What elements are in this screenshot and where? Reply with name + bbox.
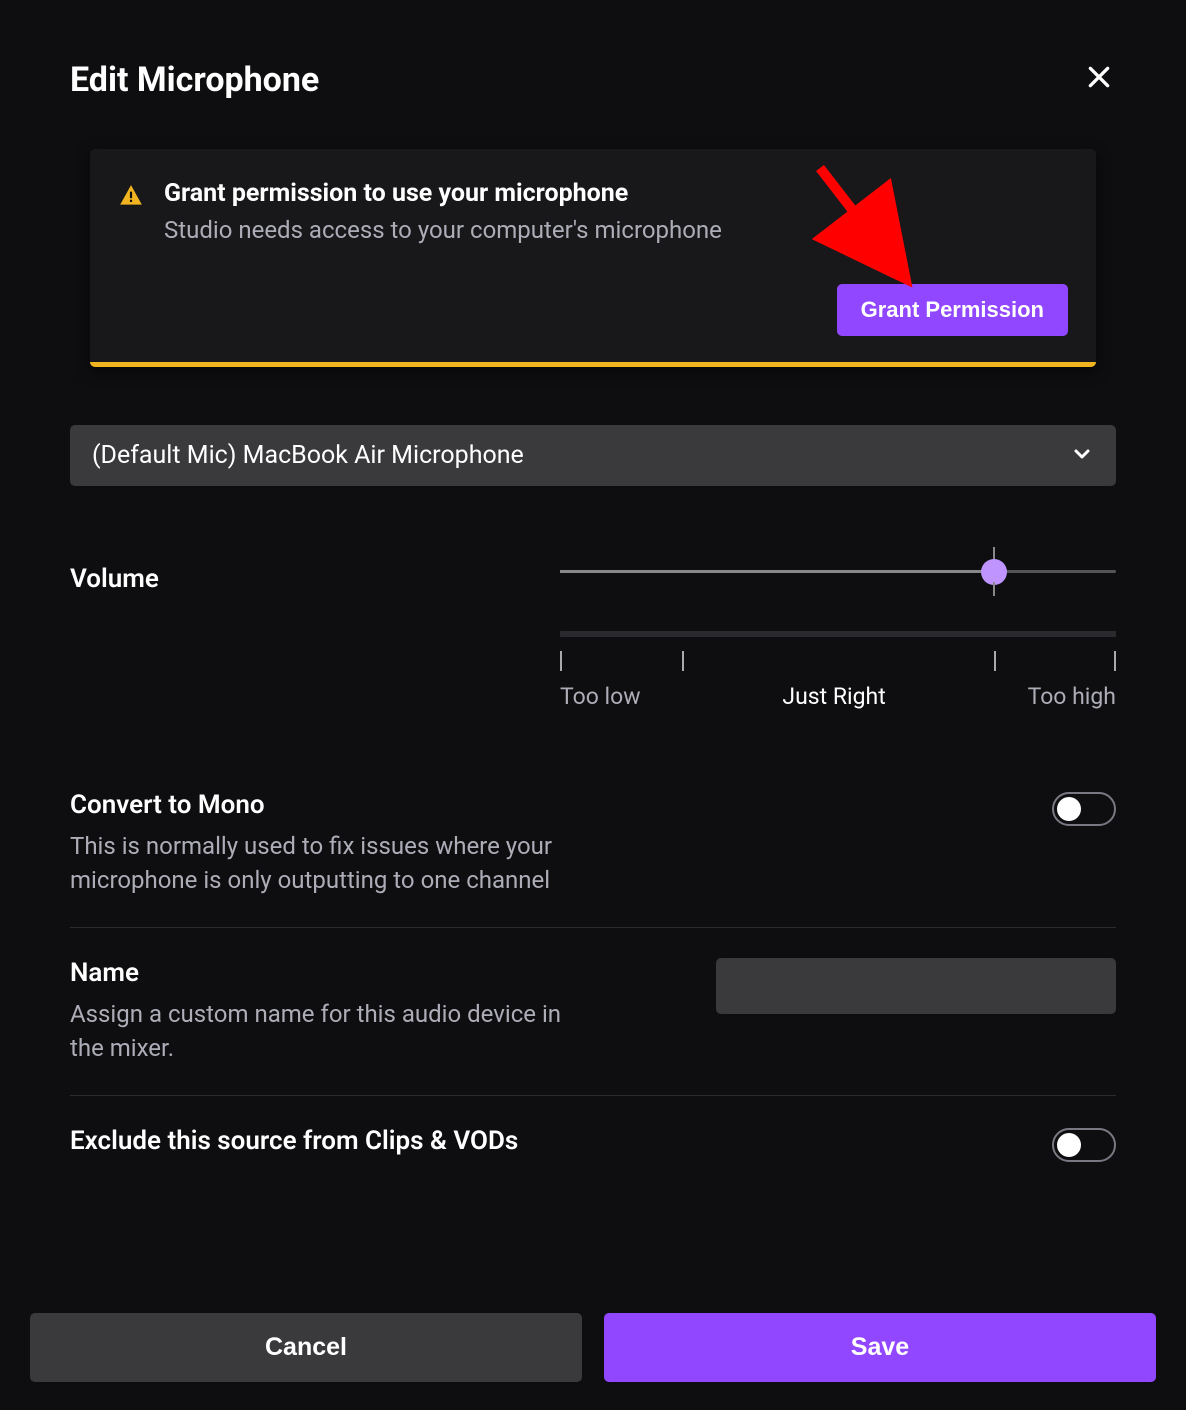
volume-slider[interactable] (560, 570, 1116, 573)
chevron-down-icon (1070, 442, 1094, 470)
mono-title: Convert to Mono (70, 790, 590, 820)
exclude-row: Exclude this source from Clips & VODs (70, 1095, 1116, 1166)
convert-to-mono-toggle[interactable] (1052, 792, 1116, 826)
warning-icon (118, 183, 144, 213)
device-name-input[interactable] (716, 958, 1116, 1014)
level-ticks (560, 651, 1116, 671)
slider-tick-icon (993, 582, 995, 596)
volume-level-meter (560, 631, 1116, 637)
grant-permission-button[interactable]: Grant Permission (837, 284, 1068, 336)
level-labels: Too low Just Right Too high (560, 683, 1116, 710)
close-icon (1086, 64, 1112, 97)
convert-to-mono-row: Convert to Mono This is normally used to… (70, 790, 1116, 927)
edit-microphone-modal: Edit Microphone Grant permission to use … (0, 0, 1186, 1410)
close-button[interactable] (1082, 60, 1116, 101)
save-button[interactable]: Save (604, 1313, 1156, 1382)
modal-footer: Cancel Save (30, 1313, 1156, 1382)
volume-label: Volume (70, 564, 520, 594)
alert-title: Grant permission to use your microphone (164, 179, 1068, 208)
permission-alert: Grant permission to use your microphone … (90, 149, 1096, 367)
modal-title: Edit Microphone (70, 60, 319, 100)
slider-fill (560, 570, 994, 573)
toggle-handle (1057, 797, 1081, 821)
microphone-device-select[interactable]: (Default Mic) MacBook Air Microphone (70, 425, 1116, 486)
toggle-handle (1057, 1133, 1081, 1157)
name-description: Assign a custom name for this audio devi… (70, 998, 590, 1065)
volume-section: Volume Too low Just Right (70, 564, 1116, 710)
exclude-toggle[interactable] (1052, 1128, 1116, 1162)
level-label-low: Too low (560, 683, 641, 710)
modal-header: Edit Microphone (70, 60, 1116, 101)
level-label-right: Just Right (782, 683, 885, 710)
alert-description: Studio needs access to your computer's m… (164, 216, 1068, 244)
level-label-high: Too high (1028, 683, 1116, 710)
cancel-button[interactable]: Cancel (30, 1313, 582, 1382)
volume-slider-thumb[interactable] (981, 559, 1007, 585)
device-select-value: (Default Mic) MacBook Air Microphone (92, 441, 524, 470)
name-row: Name Assign a custom name for this audio… (70, 927, 1116, 1095)
exclude-title: Exclude this source from Clips & VODs (70, 1126, 518, 1156)
mono-description: This is normally used to fix issues wher… (70, 830, 590, 897)
name-title: Name (70, 958, 590, 988)
